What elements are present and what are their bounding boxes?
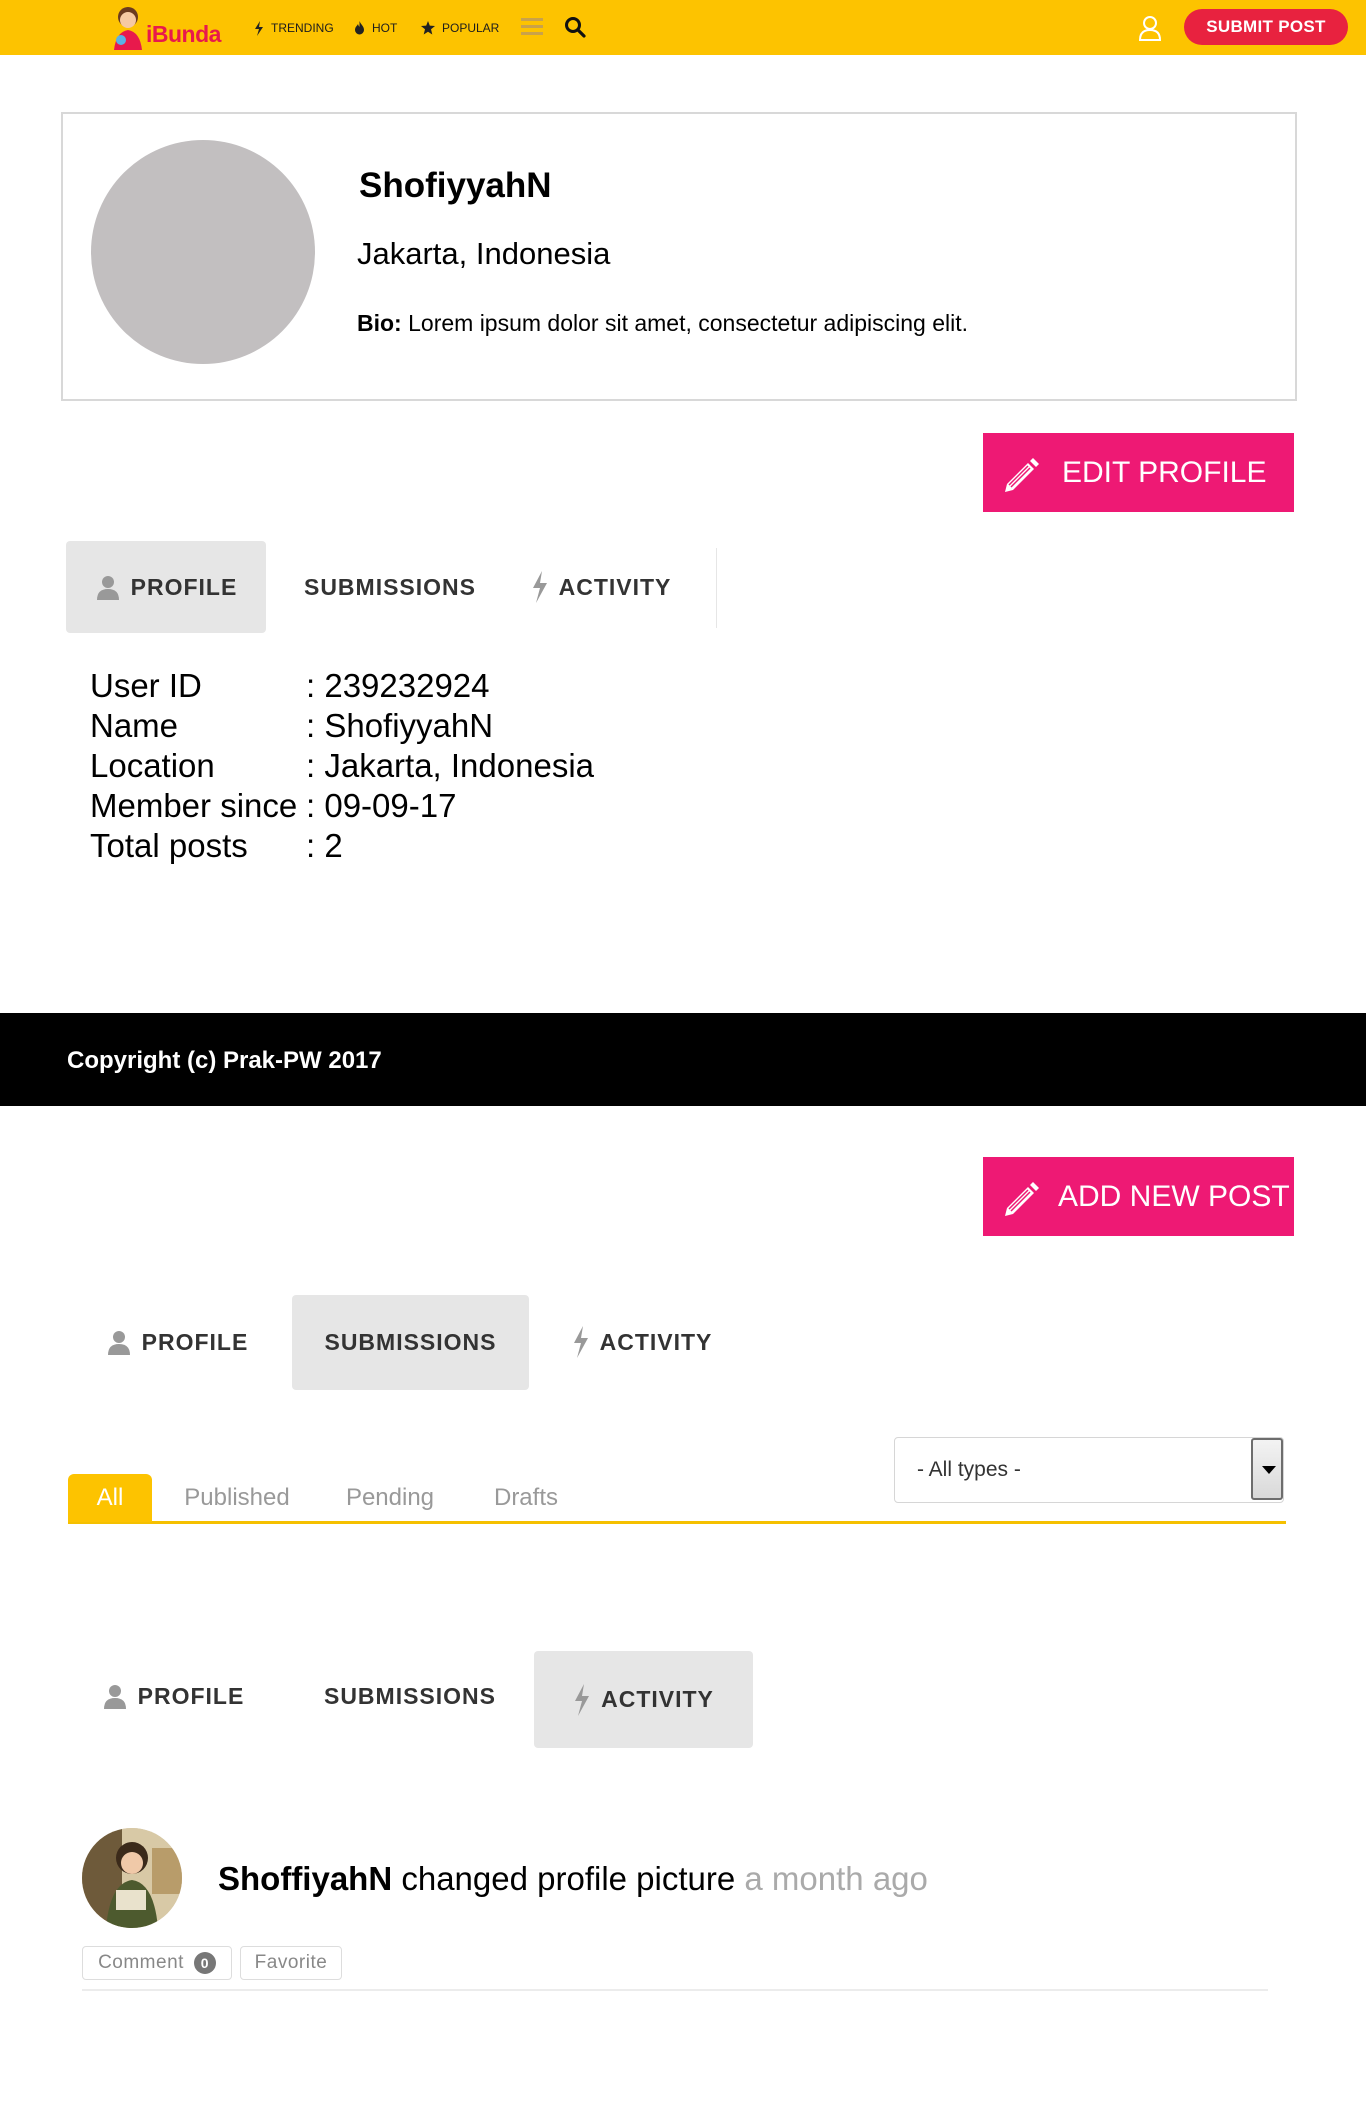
mascot-icon [114, 7, 142, 50]
info-value: : 09-09-17 [306, 787, 457, 824]
profile-card: ShofiyyahN Jakarta, Indonesia Bio: Lorem… [61, 112, 1297, 401]
tab-submissions[interactable]: SUBMISSIONS [300, 1650, 520, 1742]
bolt-icon [573, 1326, 588, 1358]
favorite-label: Favorite [254, 1952, 328, 1973]
person-icon [103, 1685, 126, 1709]
comment-button[interactable]: Comment 0 [82, 1946, 232, 1980]
info-row: Member since: 09-09-17 [90, 786, 594, 826]
activity-divider [82, 1989, 1268, 1991]
info-key: Location [90, 747, 215, 784]
info-key: User ID [90, 667, 202, 704]
tab-activity-label: ACTIVITY [599, 1328, 713, 1355]
info-row: Total posts : 2 [90, 826, 594, 866]
nav-trending[interactable]: TRENDING [254, 18, 334, 38]
bolt-icon [575, 1683, 590, 1716]
tab-profile[interactable]: PROFILE [88, 1296, 266, 1388]
profile-bio: Bio: Lorem ipsum dolor sit amet, consect… [357, 310, 968, 337]
activity-text: ShoffiyahN changed profile picture a mon… [218, 1860, 928, 1898]
user-icon[interactable] [1138, 15, 1162, 41]
add-new-post-button[interactable]: ADD NEW POST [983, 1157, 1294, 1236]
bolt-icon [532, 571, 547, 603]
brand-name: iBunda [146, 21, 221, 47]
tab-profile-label: PROFILE [137, 1682, 245, 1709]
tab-activity-label: ACTIVITY [558, 573, 672, 600]
info-value: : ShofiyyahN [306, 707, 494, 744]
tab-profile-label: PROFILE [130, 573, 238, 600]
tab-submissions-label: SUBMISSIONS [324, 1329, 497, 1355]
nav-popular[interactable]: POPULAR [421, 18, 499, 38]
nav-trending-label: TRENDING [271, 21, 334, 35]
tab-submissions[interactable]: SUBMISSIONS [292, 1295, 529, 1390]
filter-all[interactable]: All [68, 1474, 152, 1522]
favorite-button[interactable]: Favorite [240, 1946, 342, 1980]
pencil-icon [1005, 1182, 1039, 1216]
info-value: : Jakarta, Indonesia [306, 747, 595, 784]
activity-time: a month ago [744, 1860, 928, 1897]
info-key: Total posts [90, 827, 248, 864]
tab-activity[interactable]: ACTIVITY [534, 1651, 753, 1748]
menu-icon[interactable] [521, 18, 543, 36]
tab-activity[interactable]: ACTIVITY [516, 541, 686, 633]
info-value: : 2 [306, 827, 343, 864]
nav-hot[interactable]: HOT [354, 18, 397, 38]
tab-profile[interactable]: PROFILE [66, 541, 266, 633]
footer: Copyright (c) Prak-PW 2017 [0, 1013, 1366, 1106]
submit-post-button[interactable]: SUBMIT POST [1184, 9, 1348, 45]
info-value: : 239232924 [306, 667, 490, 704]
filter-published[interactable]: Published [172, 1474, 302, 1522]
profile-info-table: User ID : 239232924 Name : ShofiyyahN Loca… [90, 666, 594, 866]
info-key: Name [90, 707, 179, 744]
tab-submissions-label: SUBMISSIONS [323, 1682, 497, 1709]
comment-count-badge: 0 [193, 1952, 216, 1974]
submission-filter-tabs: All Published Pending Drafts [68, 1474, 1286, 1524]
bio-label: Bio: [357, 310, 402, 336]
person-icon [107, 1331, 130, 1355]
star-icon [421, 21, 435, 35]
filter-drafts[interactable]: Drafts [476, 1474, 576, 1522]
pencil-icon [1005, 458, 1039, 492]
copyright-text: Copyright (c) Prak-PW 2017 [67, 1047, 382, 1074]
avatar-illustration [82, 1828, 182, 1928]
top-navbar: iBunda TRENDING HOT POPULAR SUBMIT POST [0, 0, 1366, 55]
edit-profile-button[interactable]: EDIT PROFILE [983, 433, 1294, 512]
tab-submissions-label: SUBMISSIONS [303, 573, 477, 600]
activity-action: changed profile picture [392, 1860, 745, 1897]
profile-avatar [91, 140, 315, 364]
bolt-icon [255, 20, 263, 36]
info-key: Member since [90, 787, 298, 824]
tab-submissions[interactable]: SUBMISSIONS [290, 541, 490, 633]
tab-activity[interactable]: ACTIVITY [556, 1296, 728, 1388]
profile-location: Jakarta, Indonesia [357, 236, 611, 271]
bio-text: Lorem ipsum dolor sit amet, consectetur … [401, 310, 969, 336]
search-icon[interactable] [564, 16, 586, 38]
filter-pending[interactable]: Pending [330, 1474, 450, 1522]
info-row: Name : ShofiyyahN [90, 706, 594, 746]
info-row: Location : Jakarta, Indonesia [90, 746, 594, 786]
activity-user-avatar[interactable] [82, 1828, 182, 1928]
tab-divider [716, 548, 717, 628]
add-new-post-label: ADD NEW POST [1058, 1180, 1290, 1213]
tab-activity-label: ACTIVITY [601, 1686, 714, 1712]
brand-logo[interactable]: iBunda [108, 4, 236, 54]
nav-popular-label: POPULAR [442, 21, 500, 35]
tab-profile-label: PROFILE [141, 1328, 249, 1355]
nav-hot-label: HOT [372, 21, 398, 35]
activity-username[interactable]: ShoffiyahN [218, 1860, 392, 1897]
edit-profile-label: EDIT PROFILE [1062, 456, 1267, 489]
profile-name: ShofiyyahN [359, 166, 552, 205]
tab-profile[interactable]: PROFILE [84, 1650, 262, 1742]
comment-label: Comment [98, 1952, 184, 1973]
person-icon [96, 576, 119, 600]
info-row: User ID : 239232924 [90, 666, 594, 706]
fire-icon [355, 21, 364, 35]
